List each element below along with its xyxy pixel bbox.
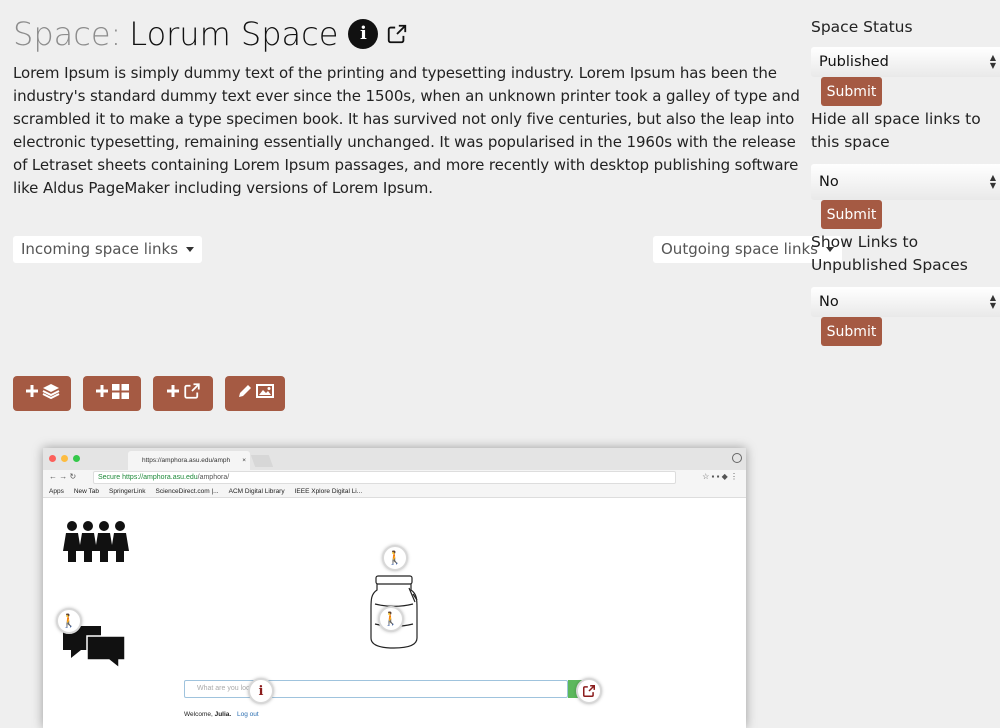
plus-icon	[166, 384, 180, 403]
bookmark-item: Apps	[49, 487, 64, 495]
main-content: Space: Lorum Space i Lorem Ipsum is simp…	[13, 14, 805, 200]
outgoing-links-label: Outgoing space links	[661, 240, 818, 258]
space-settings-sidebar: Space Status Published ▲ ▼ Submit Hide al…	[811, 16, 1000, 346]
bookmark-item: SpringerLink	[109, 487, 146, 495]
show-unpublished-select[interactable]: No ▲ ▼	[811, 287, 1000, 317]
close-dot-icon	[49, 455, 56, 462]
bookmarks-bar: Apps New Tab SpringerLink ScienceDirect.…	[43, 485, 746, 498]
url-host: https://amphora.asu.edu	[122, 474, 198, 481]
external-link-icon[interactable]	[386, 23, 408, 45]
external-link-pin-icon[interactable]	[576, 678, 602, 704]
tab-close-icon: ×	[242, 457, 246, 464]
info-icon[interactable]: i	[348, 19, 379, 49]
user-name: Julia.	[214, 711, 232, 718]
grid-icon	[112, 383, 129, 404]
nav-arrows-icon: ← → ↻	[49, 472, 77, 481]
show-unpublished-value: No	[819, 294, 839, 310]
add-grid-button[interactable]	[83, 376, 141, 411]
bookmark-item: IEEE Xplore Digital Li...	[294, 487, 363, 495]
welcome-label: Welcome,	[184, 711, 213, 718]
browser-toolbar: ← → ↻ Secure https://amphora.asu.edu/amp…	[43, 470, 746, 485]
tab-title: https://amphora.asu.edu/amph	[142, 457, 231, 464]
space-link-pin-icon[interactable]: 🚶	[378, 606, 404, 632]
address-bar: Secure https://amphora.asu.edu/amphora/	[93, 471, 676, 484]
space-status-value: Published	[819, 54, 889, 70]
add-external-link-button[interactable]	[153, 376, 213, 411]
caret-down-icon	[186, 247, 195, 252]
space-description: Lorem Ipsum is simply dummy text of the …	[13, 64, 800, 197]
show-unpublished-submit-button[interactable]: Submit	[821, 317, 882, 346]
space-status-submit-button[interactable]: Submit	[821, 77, 882, 106]
bookmark-item: ACM Digital Library	[228, 487, 285, 495]
bookmark-item: New Tab	[73, 487, 99, 495]
hide-links-submit-button[interactable]: Submit	[821, 200, 882, 229]
select-arrows-icon: ▲ ▼	[989, 173, 996, 190]
browser-extensions-icon: ☆ ▪ ▪ ◆ ⋮	[702, 472, 738, 481]
external-link-icon	[183, 382, 201, 405]
space-status-select[interactable]: Published ▲ ▼	[811, 47, 1000, 77]
space-name: Lorum Space	[129, 15, 339, 53]
incoming-links-dropdown[interactable]: Incoming space links	[13, 236, 203, 263]
edit-image-button[interactable]	[225, 376, 285, 411]
maximize-dot-icon	[73, 455, 80, 462]
action-toolbar	[13, 376, 285, 411]
bookmark-item: ScienceDirect.com |...	[155, 487, 219, 495]
url-path: /amphora/	[197, 474, 230, 481]
title-prefix: Space:	[13, 15, 122, 53]
show-unpublished-label: Show Links to Unpublished Spaces	[811, 233, 968, 274]
space-link-pin-icon[interactable]: 🚶	[382, 545, 408, 571]
welcome-text: Welcome, Julia. Log out	[184, 711, 259, 718]
secure-label: Secure	[98, 474, 121, 481]
hide-links-value: No	[819, 174, 839, 190]
space-link-pin-icon[interactable]: 🚶	[56, 608, 82, 634]
minimize-dot-icon	[61, 455, 68, 462]
hide-links-label: Hide all space links to this space	[811, 110, 981, 151]
select-arrows-icon: ▲ ▼	[989, 293, 996, 310]
incoming-links-label: Incoming space links	[21, 240, 179, 258]
pencil-icon	[237, 383, 253, 404]
space-status-label: Space Status	[811, 18, 913, 36]
new-tab-shape	[250, 455, 274, 467]
browser-titlebar: https://amphora.asu.edu/amph ×	[43, 448, 746, 470]
people-group-icon	[63, 521, 129, 562]
info-pin-icon[interactable]: i	[248, 678, 274, 704]
plus-icon	[25, 384, 39, 403]
hide-links-select[interactable]: No ▲ ▼	[811, 164, 1000, 200]
browser-tab: https://amphora.asu.edu/amph ×	[128, 451, 250, 470]
select-arrows-icon: ▲ ▼	[989, 53, 996, 70]
image-icon	[255, 384, 274, 403]
page-title: Space: Lorum Space i	[13, 14, 805, 54]
space-image: https://amphora.asu.edu/amph × ← → ↻ Sec…	[43, 448, 746, 728]
logout-link: Log out	[237, 711, 259, 718]
layers-icon	[42, 383, 60, 404]
add-layers-button[interactable]	[13, 376, 71, 411]
plus-icon	[95, 384, 109, 403]
profile-icon	[732, 453, 742, 463]
search-input: What are you looking	[184, 680, 568, 698]
